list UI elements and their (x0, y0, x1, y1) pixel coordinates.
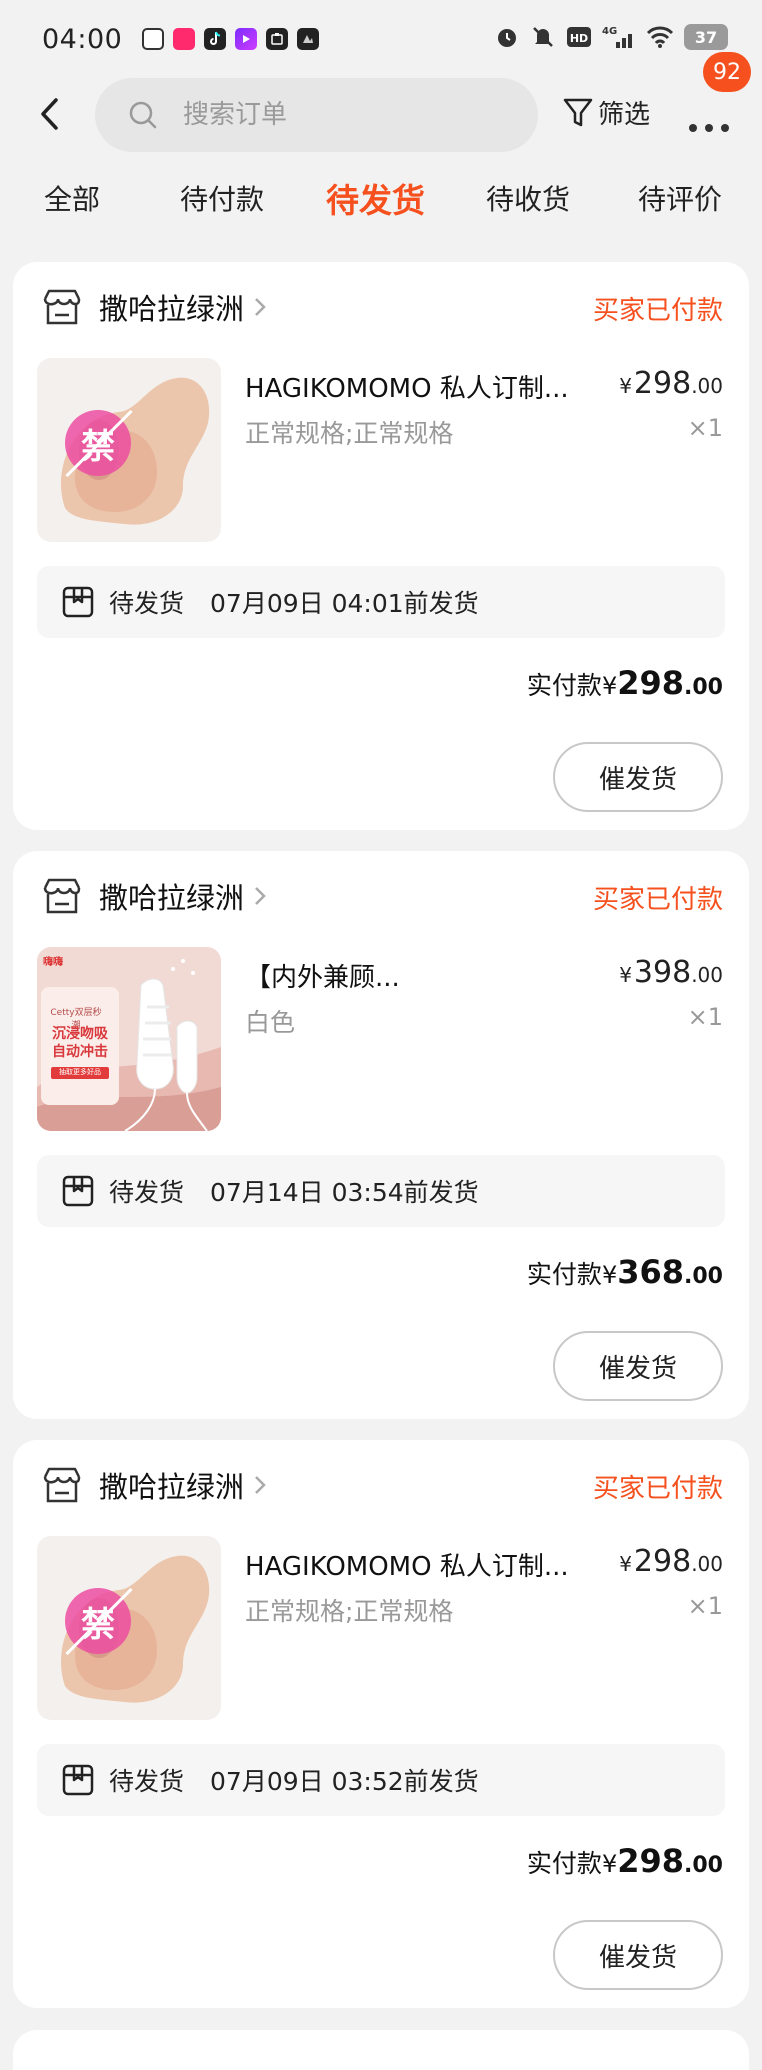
urge-shipment-button[interactable]: 催发货 (553, 742, 723, 812)
package-icon (62, 586, 94, 618)
paid-amount: 实付款¥298.00 (526, 664, 723, 702)
paid-amount: 实付款¥298.00 (526, 1842, 723, 1880)
product-title[interactable]: HAGIKOMOMO 私人订制... (245, 1546, 595, 1583)
package-icon (62, 1764, 94, 1796)
product-spec: 正常规格;正常规格 (245, 419, 454, 448)
product-image[interactable]: 禁 (37, 1536, 221, 1720)
shipping-status: 待发货 (109, 1178, 185, 1207)
battery-icon: 37 (684, 24, 728, 50)
product-spec: 白色 (245, 1008, 296, 1037)
signal-icon: 4G (602, 26, 632, 48)
order-card[interactable]: 撒哈拉绿洲 买家已付款 嗨嗨 Cetty双层秒潮 沉浸吻吸 自动冲击 抽取更多好… (13, 851, 749, 1419)
product-price: ¥298.00 (619, 366, 723, 401)
camera-app-icon (266, 28, 288, 50)
brand-logo: 嗨嗨 (43, 957, 63, 968)
shipping-deadline: 待发货 07月14日 03:54前发货 (37, 1155, 725, 1227)
tab-pending-payment[interactable]: 待付款 (180, 178, 264, 218)
store-icon (43, 289, 81, 325)
product-spec: 正常规格;正常规格 (245, 1597, 454, 1626)
order-status: 买家已付款 (592, 1474, 723, 1504)
tab-pending-receipt[interactable]: 待收货 (486, 178, 570, 218)
order-card[interactable]: 撒哈拉绿洲 买家已付款 禁 HAGIKOMOMO 私人订制... ¥298.00… (13, 1440, 749, 2008)
system-status-icons: HD 4G 37 (494, 24, 728, 50)
urge-shipment-button[interactable]: 催发货 (553, 1331, 723, 1401)
order-status: 买家已付款 (592, 296, 723, 326)
tiktok-app-icon (204, 28, 226, 50)
product-title[interactable]: 【内外兼顾... (245, 957, 595, 994)
product-image[interactable]: 禁 (37, 358, 221, 542)
more-button[interactable] (685, 96, 741, 136)
order-tabs: 全部 待付款 待发货 待收货 待评价 (0, 178, 762, 238)
search-input[interactable] (183, 100, 483, 130)
video-app-icon (235, 28, 257, 50)
order-status: 买家已付款 (592, 885, 723, 915)
status-time: 04:00 (42, 24, 123, 55)
store-link[interactable]: 撒哈拉绿洲 (41, 875, 268, 917)
status-bar: 04:00 HD 4G 37 (0, 0, 762, 80)
mute-icon (533, 27, 553, 47)
hd-icon: HD (567, 27, 591, 47)
shipping-date: 07月09日 03:52前发货 (210, 1767, 479, 1796)
chevron-right-icon (255, 298, 266, 316)
package-icon (62, 1175, 94, 1207)
store-icon (43, 878, 81, 914)
order-card[interactable]: 撒哈拉绿洲 买家已付款 禁 HAGIKOMOMO 私人订制... ¥298.00… (13, 262, 749, 830)
search-bar[interactable] (95, 78, 538, 152)
filter-label: 筛选 (598, 100, 651, 130)
back-button[interactable] (38, 96, 68, 132)
tab-pending-shipment[interactable]: 待发货 (326, 174, 425, 222)
chevron-right-icon (255, 887, 266, 905)
product-quantity: ×1 (687, 1003, 723, 1031)
store-link[interactable]: 撒哈拉绿洲 (41, 286, 268, 328)
xiaohongshu-app-icon (173, 28, 195, 50)
product-quantity: ×1 (687, 1592, 723, 1620)
store-link[interactable]: 撒哈拉绿洲 (41, 1464, 268, 1506)
tab-pending-review[interactable]: 待评价 (638, 178, 722, 218)
message-count-badge: 92 (703, 52, 751, 92)
shipping-deadline: 待发货 07月09日 03:52前发货 (37, 1744, 725, 1816)
search-icon (129, 101, 157, 129)
chevron-right-icon (255, 1476, 266, 1494)
product-image[interactable]: 嗨嗨 Cetty双层秒潮 沉浸吻吸 自动冲击 抽取更多好品 (37, 947, 221, 1131)
shipping-date: 07月09日 04:01前发货 (210, 589, 479, 618)
product-quantity: ×1 (687, 414, 723, 442)
back-arrow-icon (41, 98, 58, 130)
alarm-icon (498, 29, 516, 47)
store-name: 撒哈拉绿洲 (99, 1470, 245, 1504)
shipping-status: 待发货 (109, 1767, 185, 1796)
product-title[interactable]: HAGIKOMOMO 私人订制... (245, 368, 595, 405)
svg-text:4G: 4G (602, 26, 617, 37)
store-icon (43, 1467, 81, 1503)
filter-button[interactable]: 筛选 (562, 94, 650, 131)
product-price: ¥398.00 (619, 955, 723, 990)
wifi-icon (646, 26, 674, 48)
shipping-date: 07月14日 03:54前发货 (210, 1178, 479, 1207)
filter-icon (563, 98, 593, 126)
next-order-card-peek (13, 2030, 749, 2070)
svg-text:HD: HD (570, 32, 588, 45)
notification-icons (142, 28, 319, 50)
shipping-deadline: 待发货 07月09日 04:01前发货 (37, 566, 725, 638)
store-name: 撒哈拉绿洲 (99, 292, 245, 326)
ad-headline: 沉浸吻吸 自动冲击 (52, 1026, 108, 1060)
note-app-icon (142, 28, 164, 50)
more-dots-icon (689, 124, 729, 132)
shipping-status: 待发货 (109, 589, 185, 618)
dark-app-icon (297, 28, 319, 50)
product-price: ¥298.00 (619, 1544, 723, 1579)
urge-shipment-button[interactable]: 催发货 (553, 1920, 723, 1990)
ad-subline: 抽取更多好品 (51, 1067, 109, 1079)
top-bar: 筛选 (0, 76, 762, 152)
paid-amount: 实付款¥368.00 (526, 1253, 723, 1291)
tab-all[interactable]: 全部 (44, 178, 100, 218)
store-name: 撒哈拉绿洲 (99, 881, 245, 915)
